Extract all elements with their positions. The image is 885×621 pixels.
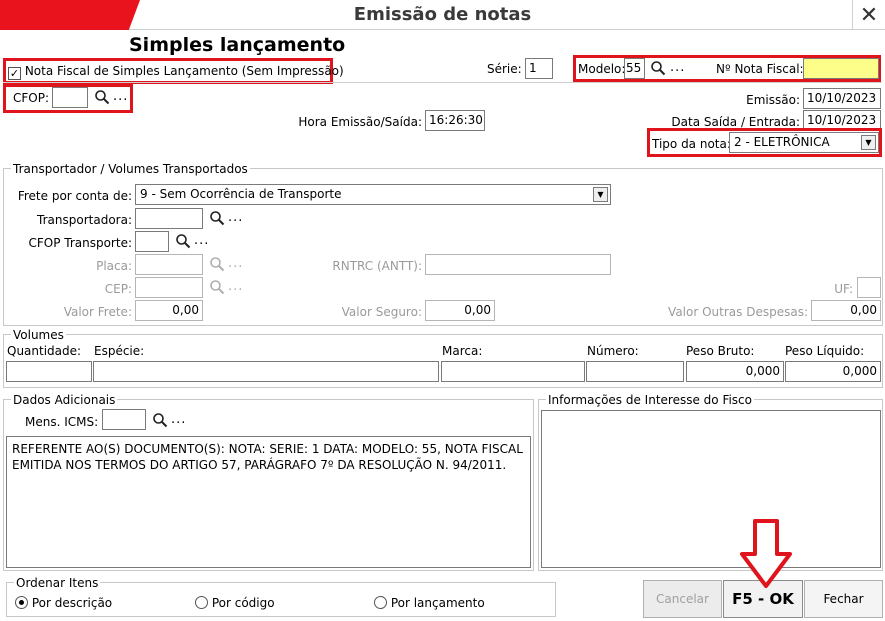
radio-por-codigo[interactable]: Por código [195, 596, 275, 610]
tipo-nota-value: 2 - ELETRÔNICA [734, 135, 830, 149]
cfop-label: CFOP: [13, 91, 50, 105]
radio-button[interactable] [374, 596, 387, 609]
volumes-col-peso-liquido: Peso Líquido: [785, 344, 865, 358]
placa-input[interactable] [135, 254, 203, 275]
dados-textarea[interactable]: REFERENTE AO(S) DOCUMENTO(S): NOTA: SERI… [6, 436, 531, 568]
modelo-label: Modelo: [578, 62, 626, 76]
cep-search-icon [210, 280, 225, 295]
radio-button[interactable] [15, 596, 28, 609]
nota-fiscal-input[interactable] [803, 58, 879, 79]
simples-checkbox-row[interactable]: ✓ Nota Fiscal de Simples Lançamento (Sem… [8, 64, 344, 80]
quantidade-input[interactable] [6, 361, 92, 382]
valor-seguro-label: Valor Seguro: [341, 305, 422, 319]
radio-label: Por código [211, 596, 275, 610]
window-title: Emissão de notas [353, 4, 532, 25]
peso-bruto-input[interactable]: 0,000 [686, 361, 784, 382]
placa-search-icon [210, 257, 225, 272]
cancel-button[interactable]: Cancelar [643, 580, 722, 618]
frete-select[interactable]: 9 - Sem Ocorrência de Transporte ▼ [135, 184, 611, 205]
volumes-col-peso-bruto: Peso Bruto: [686, 344, 755, 358]
peso-liquido-input[interactable]: 0,000 [785, 361, 881, 382]
placa-more-button: ... [228, 256, 244, 271]
hora-label: Hora Emissão/Saída: [298, 115, 422, 129]
tipo-nota-select[interactable]: 2 - ELETRÔNICA ▼ [729, 132, 879, 153]
rntrc-label: RNTRC (ANTT): [332, 259, 422, 273]
cfop-input[interactable] [52, 87, 88, 108]
ordenar-title: Ordenar Itens [14, 576, 101, 590]
cep-label: CEP: [104, 282, 132, 296]
valor-outras-input[interactable]: 0,00 [811, 300, 881, 321]
transportadora-label: Transportadora: [37, 213, 132, 227]
page-heading: Simples lançamento [129, 34, 346, 56]
fisco-textarea[interactable] [541, 410, 881, 568]
cfop-transporte-label: CFOP Transporte: [28, 236, 132, 250]
especie-input[interactable] [93, 361, 439, 382]
placa-label: Placa: [96, 259, 132, 273]
cfop-more-button[interactable]: ... [113, 89, 128, 104]
radio-label: Por lançamento [390, 596, 485, 610]
modelo-more-button[interactable]: ... [670, 60, 685, 75]
numero-input[interactable] [586, 361, 684, 382]
radio-por-lancamento[interactable]: Por lançamento [374, 596, 485, 610]
mens-icms-search-icon[interactable] [152, 412, 168, 428]
serie-input[interactable]: 1 [525, 58, 553, 79]
radio-button[interactable] [195, 596, 208, 609]
uf-input[interactable] [857, 277, 881, 298]
volumes-col-especie: Espécie: [94, 344, 145, 358]
serie-label: Série: [487, 62, 522, 76]
valor-seguro-input[interactable]: 0,00 [425, 300, 495, 321]
modelo-input[interactable]: 55 [624, 58, 645, 79]
cfop-transporte-input[interactable] [135, 231, 169, 252]
cfop-search-icon[interactable] [94, 89, 110, 105]
data-saida-label: Data Saída / Entrada: [671, 115, 800, 129]
chevron-down-icon[interactable]: ▼ [861, 135, 876, 150]
volumes-col-quantidade: Quantidade: [7, 344, 82, 358]
tipo-nota-label: Tipo da nota: [652, 137, 731, 151]
cfop-transporte-more-button[interactable]: ... [194, 233, 209, 248]
volumes-col-marca: Marca: [442, 344, 483, 358]
uf-label: UF: [834, 282, 853, 296]
frete-label: Frete por conta de: [17, 189, 132, 203]
mens-icms-input[interactable] [102, 409, 146, 430]
radio-label: Por descrição [31, 596, 113, 610]
close-button[interactable]: Fechar [804, 580, 883, 618]
close-icon[interactable]: ✕ [852, 0, 885, 30]
arrow-down-icon [740, 519, 792, 588]
frete-value: 9 - Sem Ocorrência de Transporte [140, 187, 342, 201]
transportadora-input[interactable] [135, 208, 203, 229]
hora-input[interactable]: 16:26:30 [425, 110, 485, 131]
radio-por-descricao[interactable]: Por descrição [15, 596, 112, 610]
marca-input[interactable] [441, 361, 585, 382]
simples-checkbox-label: Nota Fiscal de Simples Lançamento (Sem I… [24, 64, 344, 78]
transportadora-more-button[interactable]: ... [228, 210, 243, 225]
chevron-down-icon[interactable]: ▼ [593, 187, 608, 202]
volumes-title: Volumes [11, 328, 66, 342]
emissao-label: Emissão: [746, 93, 800, 107]
cep-more-button: ... [228, 279, 244, 294]
volumes-col-numero: Número: [587, 344, 639, 358]
simples-checkbox[interactable]: ✓ [8, 67, 21, 80]
modelo-search-icon[interactable] [650, 60, 666, 76]
transportadora-search-icon[interactable] [209, 210, 225, 226]
cfop-transporte-search-icon[interactable] [175, 233, 191, 249]
rntrc-input[interactable] [425, 254, 611, 275]
mens-icms-label: Mens. ICMS: [25, 415, 99, 429]
transporte-title: Transportador / Volumes Transportados [11, 162, 250, 176]
mens-icms-more-button[interactable]: ... [171, 412, 186, 427]
valor-frete-input[interactable]: 0,00 [135, 300, 203, 321]
fisco-title: Informações de Interesse do Fisco [546, 393, 754, 407]
divider [3, 82, 882, 83]
valor-outras-label: Valor Outras Despesas: [668, 305, 808, 319]
emissao-input[interactable]: 10/10/2023 [803, 88, 881, 109]
nota-fiscal-label: Nº Nota Fiscal: [716, 62, 804, 76]
dados-title: Dados Adicionais [11, 393, 118, 407]
cep-input[interactable] [135, 277, 203, 298]
valor-frete-label: Valor Frete: [63, 305, 132, 319]
